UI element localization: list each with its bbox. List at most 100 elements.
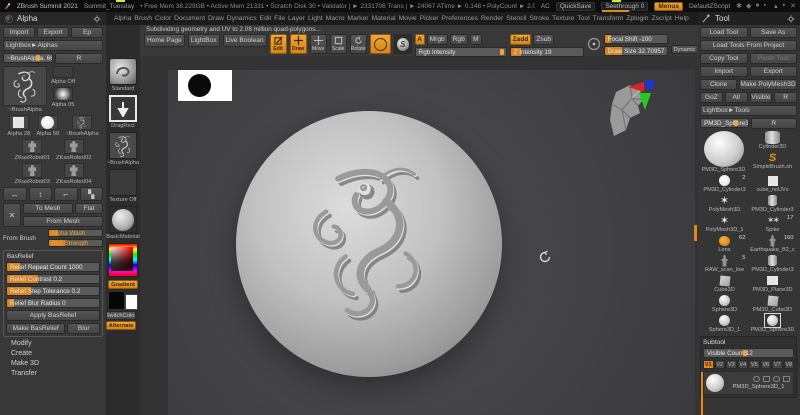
config-icon[interactable]: ●: [755, 2, 759, 10]
current-texture-button[interactable]: Texture Off: [106, 169, 140, 203]
goz-all-button[interactable]: All: [725, 92, 748, 103]
edit-button[interactable]: Edit: [270, 34, 287, 54]
menu-draw[interactable]: Draw: [208, 15, 224, 22]
subtool-tab-v5[interactable]: V5: [749, 360, 760, 369]
subtool-tab-v6[interactable]: V6: [761, 360, 772, 369]
tool-item[interactable]: Sphere3D: [703, 294, 747, 313]
alpha-thumb[interactable]: Alpha Off: [51, 66, 75, 85]
brush-size-icon[interactable]: ✱: [736, 2, 742, 10]
menu-document[interactable]: Document: [174, 15, 205, 22]
tool-item-selected[interactable]: PM3D_Sphere3D: [751, 314, 795, 333]
user-icon[interactable]: ▪: [764, 2, 766, 10]
quicksave-button[interactable]: QuickSave: [556, 2, 595, 11]
tool-item[interactable]: cube_noUVs: [751, 174, 795, 193]
tool-item[interactable]: ✶PolyMesh3D_1: [703, 214, 747, 233]
move-button[interactable]: Move: [310, 34, 327, 54]
goz-visible-button[interactable]: Visible: [750, 92, 773, 103]
canvas[interactable]: Subdividing geometry and UV to 2.08 mill…: [140, 25, 697, 415]
menu-edit[interactable]: Edit: [260, 15, 272, 22]
current-brush-button[interactable]: Standard: [106, 58, 140, 92]
seethrough-slider[interactable]: Seethrough 0: [601, 2, 648, 11]
alpha-thumb[interactable]: ZKasRobot02: [56, 139, 91, 161]
relief-contrast-slider[interactable]: Relief Contrast 0.2: [6, 274, 100, 284]
dynamic-button[interactable]: Dynamic: [671, 45, 699, 54]
close-icon[interactable]: ✕: [790, 2, 796, 10]
paste-tool-button[interactable]: Paste Tool: [750, 53, 798, 64]
tool-item[interactable]: ✶PolyMesh3D: [703, 194, 747, 213]
switch-color-button[interactable]: SwitchColor: [106, 311, 136, 320]
transfer-tools-icon[interactable]: ✕: [3, 203, 21, 227]
alpha-thumb[interactable]: Alpha 28: [7, 115, 30, 137]
menu-marker[interactable]: Marker: [347, 15, 368, 22]
main-color-swatch[interactable]: [108, 291, 125, 310]
goz-button[interactable]: GoZ: [700, 92, 723, 103]
menu-picker[interactable]: Picker: [420, 15, 439, 22]
subtool-tab-v7[interactable]: V7: [772, 360, 783, 369]
menu-tool[interactable]: Tool: [577, 15, 589, 22]
alpha-thumb[interactable]: Alpha 58: [36, 115, 59, 137]
menu-render[interactable]: Render: [481, 15, 503, 22]
a-button[interactable]: A: [415, 34, 425, 45]
tool-item[interactable]: S SimpleBrush.sh: [750, 151, 796, 170]
gradient-button[interactable]: Gradient: [108, 280, 138, 289]
draw-button[interactable]: Draw: [290, 34, 307, 54]
visible-count-slider[interactable]: Visible Count 12: [703, 348, 794, 358]
alpha-ep-button[interactable]: Ep: [71, 27, 103, 38]
tool-item[interactable]: PM3D_Plane3D: [751, 274, 795, 293]
alpha-thumb[interactable]: ZKasRobot03: [15, 163, 50, 185]
polypaint-icon[interactable]: [783, 376, 790, 382]
menu-zscript[interactable]: Zscript: [651, 15, 671, 22]
current-alpha-button[interactable]: ~BrushAlpha: [106, 132, 140, 166]
relief-repeat-count-slider[interactable]: Relief Repeat Count 1000: [6, 262, 100, 272]
make-basrelief-button[interactable]: Make BasRelief: [6, 323, 65, 334]
lightbox-alphas-button[interactable]: Lightbox►Alphas: [3, 40, 103, 51]
menu-alpha[interactable]: Alpha: [114, 15, 131, 22]
gear-icon[interactable]: [93, 15, 101, 23]
m-button[interactable]: M: [470, 34, 482, 45]
flip-h-icon[interactable]: ↔: [3, 187, 27, 201]
menu-texture[interactable]: Texture: [552, 15, 574, 22]
mrgb-button[interactable]: Mrgb: [427, 34, 448, 45]
rotate-button[interactable]: Rotate: [350, 34, 367, 54]
secondary-color-swatch[interactable]: [125, 294, 138, 310]
subtool-tab-v8[interactable]: V8: [784, 360, 795, 369]
menu-macro[interactable]: Macro: [326, 15, 345, 22]
alpha-export-button[interactable]: Export: [37, 27, 69, 38]
tool-item[interactable]: 160Earthquake_B2_c: [751, 234, 795, 253]
alpha-palette-header[interactable]: Alpha: [0, 12, 106, 25]
basrelief-blur-field[interactable]: Blur: [67, 323, 100, 334]
saturation-square[interactable]: [111, 247, 133, 271]
scale-button[interactable]: Scale: [330, 34, 347, 54]
section-modify[interactable]: Modify: [3, 337, 103, 347]
load-tool-button[interactable]: Load Tool: [700, 27, 748, 38]
clone-button[interactable]: Clone: [700, 79, 737, 90]
section-create[interactable]: Create: [3, 347, 103, 357]
brush-preview-button[interactable]: [370, 34, 391, 54]
tool-item[interactable]: PM3D_Cylinder3: [751, 254, 795, 273]
alpha-thumb[interactable]: ZKasRobot01: [15, 139, 50, 161]
blur-strength-slider[interactable]: Blur Strength: [48, 239, 103, 247]
rgb-intensity-slider[interactable]: Rgb Intensity: [415, 47, 507, 57]
apply-basrelief-button[interactable]: Apply BasRelief: [6, 310, 100, 321]
focal-dial-icon[interactable]: [587, 34, 601, 54]
alpha-thumb[interactable]: ZKasRobot04: [56, 163, 91, 185]
subtool-tab-v1[interactable]: V1: [703, 360, 714, 369]
home-page-button[interactable]: Home Page: [144, 34, 185, 47]
section-transfer[interactable]: Transfer: [3, 367, 103, 377]
tool-item[interactable]: 2PM3D_Cylinder3: [703, 174, 747, 193]
menu-layer[interactable]: Layer: [288, 15, 305, 22]
stroke-type-button[interactable]: DragRect: [106, 95, 140, 129]
load-tools-from-project-button[interactable]: Load Tools From Project: [700, 40, 797, 51]
menu-zplugin[interactable]: Zplugin: [626, 15, 648, 22]
menu-brush[interactable]: Brush: [134, 15, 152, 22]
menu-help[interactable]: Help: [675, 15, 689, 22]
slider-nub[interactable]: [36, 55, 40, 61]
subtool-tab-v2[interactable]: V2: [715, 360, 726, 369]
menu-material[interactable]: Material: [371, 15, 395, 22]
alpha-wash-slider[interactable]: Alpha Wash: [48, 229, 103, 237]
subtool-item[interactable]: PM3D_Sphere3D_1: [703, 371, 794, 395]
tool-item[interactable]: ✶✶17Spike: [751, 214, 795, 233]
visibility-eye-icon[interactable]: [753, 376, 760, 382]
sculpt-icon[interactable]: [773, 376, 780, 382]
focal-shift-slider[interactable]: Focal Shift -100: [604, 34, 668, 44]
